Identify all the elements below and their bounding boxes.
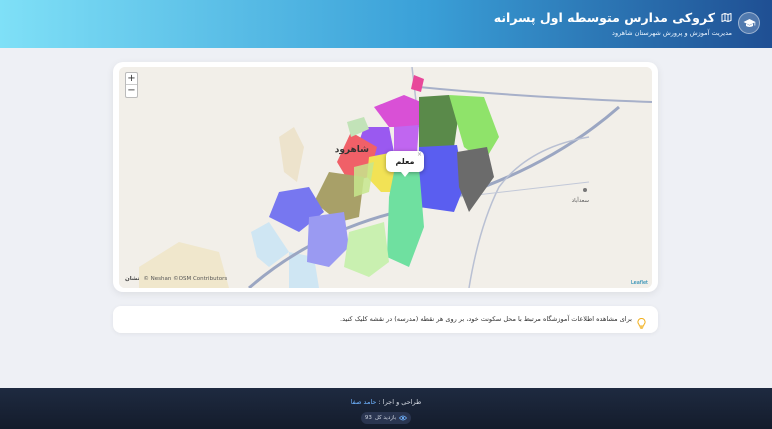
visits-count: 93 <box>364 415 372 421</box>
popup-school-name: معلم <box>395 157 415 166</box>
page-subtitle: مدیریت آموزش و پرورش شهرستان شاهرود <box>612 29 732 37</box>
page-title-row: کروکی مدارس متوسطه اول پسرانه <box>494 10 732 25</box>
info-card: برای مشاهده اطلاعات آموزشگاه مرتبط با مح… <box>113 306 658 333</box>
map-card: شاهرود سعدآباد + − × معلم نشان © Neshan … <box>113 62 658 292</box>
visits-badge: بازدید کل 93 <box>361 412 411 424</box>
visits-label: بازدید کل <box>374 415 397 421</box>
popup-close-button[interactable]: × <box>417 151 422 158</box>
page-title: کروکی مدارس متوسطه اول پسرانه <box>493 10 715 25</box>
app-header: کروکی مدارس متوسطه اول پسرانه مدیریت آمو… <box>0 0 772 48</box>
page-footer: طراحی و اجرا : حامد صفا بازدید کل 93 <box>0 388 772 429</box>
graduation-cap-icon <box>738 12 760 34</box>
map-canvas[interactable]: شاهرود سعدآباد <box>119 67 652 288</box>
credit-prefix: طراحی و اجرا : <box>378 398 422 406</box>
city-label: شاهرود <box>335 145 369 155</box>
zoom-control: + − <box>125 72 138 98</box>
author-link[interactable]: حامد صفا <box>351 398 377 406</box>
eye-icon <box>399 415 408 421</box>
info-text: برای مشاهده اطلاعات آموزشگاه مرتبط با مح… <box>340 315 632 323</box>
school-map[interactable]: شاهرود سعدآباد + − × معلم نشان © Neshan … <box>119 67 652 288</box>
leaflet-attribution[interactable]: Leaflet <box>631 280 648 286</box>
map-watermark: نشان © Neshan ©OSM Contributors <box>125 276 227 282</box>
footer-credit: طراحی و اجرا : حامد صفا <box>0 398 772 406</box>
neshan-credit: © Neshan ©OSM Contributors <box>143 276 228 282</box>
zoom-out-button[interactable]: − <box>126 85 137 97</box>
zoom-in-button[interactable]: + <box>126 73 137 85</box>
school-popup[interactable]: × معلم <box>386 151 424 177</box>
neshan-brand: نشان <box>125 276 140 282</box>
map-icon <box>721 13 732 22</box>
village-label: سعدآباد <box>572 197 590 204</box>
lightbulb-icon <box>637 314 646 333</box>
